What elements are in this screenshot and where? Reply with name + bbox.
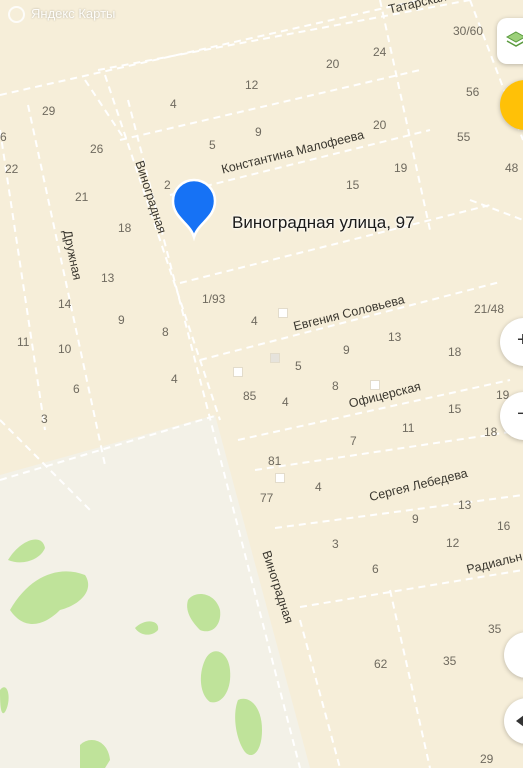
house-number: 7 [350, 434, 357, 448]
house-number: 55 [457, 130, 471, 144]
logo-icon [8, 6, 25, 24]
house-number: 29 [480, 752, 494, 766]
house-number: 85 [243, 389, 257, 403]
house-number: 9 [255, 125, 262, 139]
layers-button[interactable] [497, 18, 523, 64]
location-pin [171, 178, 217, 242]
house-number: 15 [448, 402, 462, 416]
house-number: 16 [497, 519, 511, 533]
house-number: 4 [282, 395, 289, 409]
house-number: 20 [373, 118, 387, 132]
building [233, 367, 243, 377]
house-number: 35 [443, 654, 457, 668]
house-number: 6 [372, 562, 379, 576]
map-canvas[interactable]: Яндекс Карты Виноградная улица, 97 Татар… [0, 0, 523, 768]
house-number: 5 [209, 138, 216, 152]
house-number: 11 [17, 335, 30, 349]
house-number: 14 [58, 297, 72, 311]
house-number: 56 [466, 85, 480, 99]
house-number: 3 [332, 537, 339, 551]
house-number: 21/48 [474, 302, 505, 316]
house-number: 15 [346, 178, 360, 192]
house-number: 8 [162, 325, 169, 339]
building [278, 308, 288, 318]
map-logo: Яндекс Карты [8, 6, 115, 24]
building [370, 380, 380, 390]
house-number: 13 [388, 330, 402, 344]
house-number: 2 [164, 178, 171, 192]
house-number: 21 [75, 190, 89, 204]
house-number: 5 [295, 359, 302, 373]
house-number: 18 [448, 345, 462, 359]
house-number: 18 [118, 221, 132, 235]
house-number: 9 [412, 512, 419, 526]
house-number: 4 [315, 480, 322, 494]
house-number: 4 [251, 314, 258, 328]
house-number: 9 [118, 313, 125, 327]
house-number: 62 [374, 657, 388, 671]
house-number: 29 [42, 104, 56, 118]
layers-icon [505, 31, 523, 47]
house-number: 18 [484, 425, 498, 439]
zoom-out-icon: − [517, 403, 523, 425]
building [275, 473, 285, 483]
house-number: 8 [332, 379, 339, 393]
house-number: 30/60 [453, 24, 484, 38]
house-number: 22 [5, 162, 19, 176]
building [270, 353, 280, 363]
house-number: 20 [326, 57, 340, 71]
pin-address-label: Виноградная улица, 97 [232, 213, 415, 232]
house-number: 48 [505, 161, 519, 175]
house-number: 1/93 [202, 292, 226, 306]
house-number: 13 [101, 271, 115, 285]
house-number: 81 [268, 454, 282, 468]
zoom-in-icon: + [517, 329, 523, 351]
house-number: 10 [58, 342, 72, 356]
house-number: 11 [402, 421, 415, 435]
house-number: 19 [394, 161, 408, 175]
house-number: 6 [0, 130, 7, 144]
house-number: 24 [373, 45, 387, 59]
house-number: 4 [170, 97, 177, 111]
house-number: 26 [90, 142, 104, 156]
house-number: 12 [245, 78, 259, 92]
back-icon [516, 715, 523, 727]
house-number: 6 [73, 382, 80, 396]
house-number: 13 [458, 498, 472, 512]
house-number: 77 [260, 491, 274, 505]
house-number: 9 [343, 343, 350, 357]
house-number: 12 [446, 536, 460, 550]
house-number: 35 [488, 622, 502, 636]
house-number: 3 [41, 412, 48, 426]
house-number: 4 [171, 372, 178, 386]
